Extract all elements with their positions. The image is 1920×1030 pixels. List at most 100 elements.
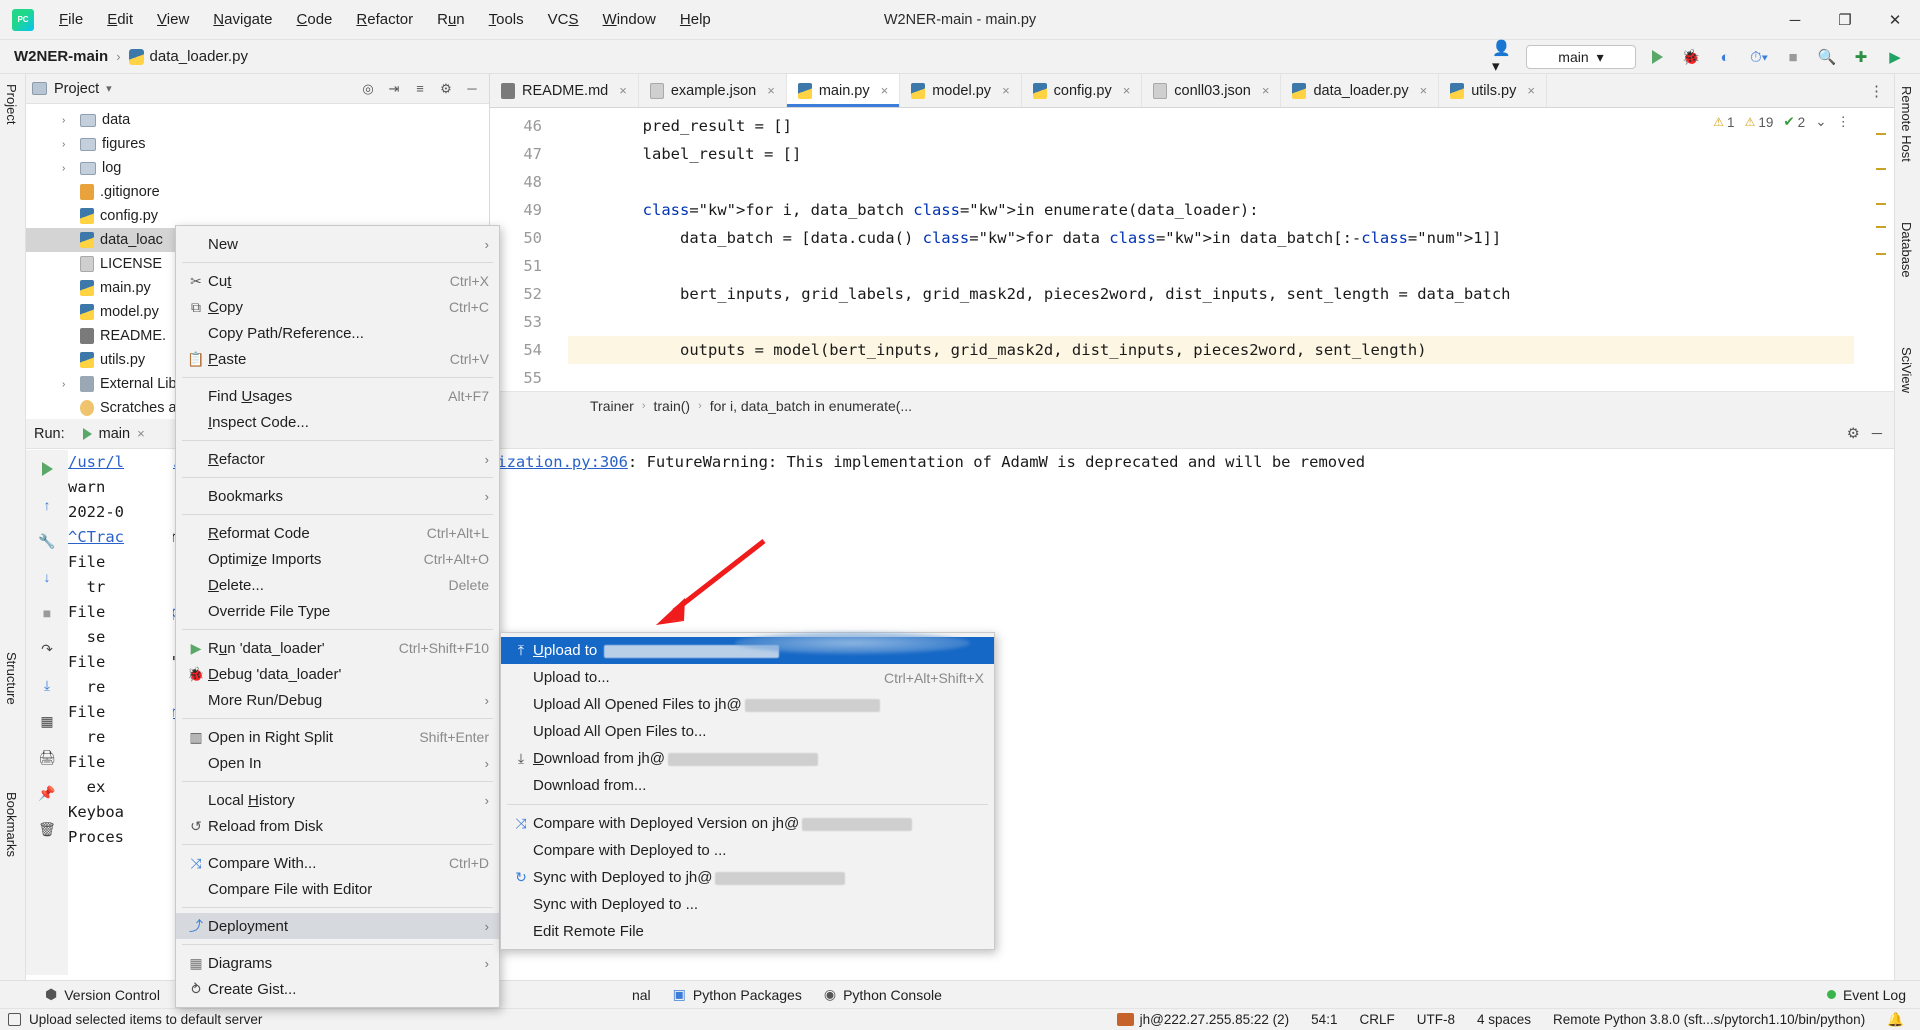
minimize-button[interactable]: ─: [1770, 0, 1820, 40]
editor-code-line[interactable]: [568, 308, 1854, 336]
expand-arrow-icon[interactable]: ›: [62, 379, 74, 390]
close-tab-icon[interactable]: ×: [619, 83, 627, 98]
menu-refactor[interactable]: Refactor: [345, 7, 424, 32]
more-options-icon[interactable]: ⋮: [1837, 114, 1851, 130]
menu-item-compare-file-with-editor[interactable]: Compare File with Editor: [176, 876, 499, 902]
editor-code-line[interactable]: pred_result = []: [568, 112, 1854, 140]
menu-tools[interactable]: Tools: [478, 7, 535, 32]
grid-icon[interactable]: ▦: [36, 710, 58, 732]
status-interpreter[interactable]: Remote Python 3.8.0 (sft...s/pytorch1.10…: [1553, 1012, 1865, 1027]
hide-panel-icon[interactable]: ─: [461, 78, 483, 100]
ai-assistant-icon[interactable]: ▶: [1882, 44, 1908, 70]
editor-breadcrumb-item[interactable]: for i, data_batch in enumerate(...: [710, 398, 912, 414]
menu-vcs[interactable]: VCS: [537, 7, 590, 32]
menu-item-cut[interactable]: ✂ Cut Ctrl+X: [176, 268, 499, 294]
debug-icon[interactable]: 🐞: [1678, 44, 1704, 70]
breadcrumb-project-root[interactable]: W2NER-main: [14, 48, 108, 65]
tool-window-button-project[interactable]: Project: [0, 76, 23, 132]
search-icon[interactable]: 🔍: [1814, 44, 1840, 70]
editor-tab[interactable]: config.py ×: [1022, 74, 1143, 107]
editor-code-line[interactable]: outputs = model(bert_inputs, grid_mask2d…: [568, 336, 1854, 364]
editor-source-code[interactable]: pred_result = [] label_result = [] class…: [568, 108, 1854, 391]
editor-code-line[interactable]: label_result = []: [568, 140, 1854, 168]
status-line-separator[interactable]: CRLF: [1359, 1012, 1394, 1027]
menu-item-upload-to[interactable]: Upload to... Ctrl+Alt+Shift+X: [501, 664, 994, 691]
project-tree-item[interactable]: › data: [26, 108, 489, 132]
editor-code-line[interactable]: [568, 252, 1854, 280]
maximize-button[interactable]: ❐: [1820, 0, 1870, 40]
menu-item-debug-data-loader[interactable]: 🐞 Debug 'data_loader': [176, 661, 499, 687]
bottom-tab-python-console[interactable]: ◉ Python Console: [824, 986, 942, 1003]
menu-file[interactable]: File: [48, 7, 94, 32]
menu-view[interactable]: View: [146, 7, 200, 32]
editor-code-line[interactable]: [568, 364, 1854, 391]
profile-icon[interactable]: ⏱▾: [1746, 44, 1772, 70]
soft-wrap-icon[interactable]: ↷: [36, 638, 58, 660]
menu-item-new[interactable]: New ›: [176, 231, 499, 257]
lock-icon[interactable]: [8, 1013, 21, 1026]
project-tree-item[interactable]: ›.gitignore: [26, 180, 489, 204]
project-tree-item[interactable]: › log: [26, 156, 489, 180]
expand-arrow-icon[interactable]: ›: [62, 163, 74, 174]
menu-item-edit-remote-file[interactable]: Edit Remote File: [501, 918, 994, 945]
menu-item-copy-path-reference[interactable]: Copy Path/Reference...: [176, 320, 499, 346]
menu-code[interactable]: Code: [286, 7, 344, 32]
editor-code-area[interactable]: 4647484950515253545556 pred_result = [] …: [490, 108, 1894, 391]
bottom-tab-terminal[interactable]: nal: [632, 987, 651, 1003]
editor-tab[interactable]: conll03.json ×: [1142, 74, 1282, 107]
stop-icon[interactable]: ■: [36, 602, 58, 624]
editor-tab-overflow-icon[interactable]: ⋮: [1859, 74, 1894, 107]
menu-item-download-from[interactable]: Download from...: [501, 772, 994, 799]
run-tab-main[interactable]: main ×: [75, 424, 153, 444]
menu-item-download-from-jh[interactable]: ⤓ Download from jh@: [501, 745, 994, 772]
expand-arrow-icon[interactable]: ›: [62, 139, 74, 150]
expand-all-icon[interactable]: ⇥: [383, 78, 405, 100]
status-indent[interactable]: 4 spaces: [1477, 1012, 1531, 1027]
status-encoding[interactable]: UTF-8: [1417, 1012, 1455, 1027]
editor-tab[interactable]: utils.py ×: [1439, 74, 1547, 107]
menu-item-open-in-right-split[interactable]: ▥ Open in Right Split Shift+Enter: [176, 724, 499, 750]
menu-item-find-usages[interactable]: Find Usages Alt+F7: [176, 383, 499, 409]
chevron-down-icon[interactable]: ⌄: [1815, 114, 1826, 130]
menu-item-local-history[interactable]: Local History ›: [176, 787, 499, 813]
editor-code-line[interactable]: [568, 168, 1854, 196]
tool-window-button-remote-host[interactable]: Remote Host: [1895, 78, 1918, 170]
status-deployment-server[interactable]: jh@222.27.255.85:22 (2): [1116, 1012, 1289, 1027]
menu-item-copy[interactable]: ⧉ Copy Ctrl+C: [176, 294, 499, 320]
editor-tab[interactable]: data_loader.py ×: [1281, 74, 1440, 107]
menu-item-compare-with-deployed-to[interactable]: Compare with Deployed to ...: [501, 837, 994, 864]
editor-tab[interactable]: README.md ×: [490, 74, 639, 107]
menu-navigate[interactable]: Navigate: [202, 7, 283, 32]
trash-icon[interactable]: 🗑: [36, 818, 58, 840]
editor-tab[interactable]: main.py ×: [786, 74, 901, 107]
project-title[interactable]: Project ▾: [32, 81, 112, 97]
menu-item-run-data-loader[interactable]: ▶ Run 'data_loader' Ctrl+Shift+F10: [176, 635, 499, 661]
close-tab-icon[interactable]: ×: [1420, 83, 1428, 98]
menu-item-upload-to[interactable]: ⤒ Upload to: [501, 637, 994, 664]
editor-tab[interactable]: model.py ×: [900, 74, 1022, 107]
menu-item-paste[interactable]: 📋 Paste Ctrl+V: [176, 346, 499, 372]
editor-scrollbar-marks[interactable]: [1874, 108, 1888, 391]
menu-item-sync-with-deployed-to-jh[interactable]: ↻ Sync with Deployed to jh@: [501, 864, 994, 891]
tool-window-button-sciview[interactable]: SciView: [1895, 339, 1918, 401]
close-tab-icon[interactable]: ×: [1123, 83, 1131, 98]
tool-window-button-database[interactable]: Database: [1895, 214, 1918, 286]
editor-breadcrumb-item[interactable]: Trainer: [590, 398, 634, 414]
scroll-up-icon[interactable]: ↑: [36, 494, 58, 516]
editor-code-line[interactable]: class="kw">for i, data_batch class="kw">…: [568, 196, 1854, 224]
settings-gear-icon[interactable]: ⚙: [435, 78, 457, 100]
menu-help[interactable]: Help: [669, 7, 722, 32]
menu-item-compare-with-deployed-version-on-jh[interactable]: ⤨ Compare with Deployed Version on jh@: [501, 810, 994, 837]
run-configuration-selector[interactable]: main ▾: [1526, 45, 1636, 69]
menu-window[interactable]: Window: [592, 7, 667, 32]
menu-item-inspect-code[interactable]: Inspect Code...: [176, 409, 499, 435]
stop-icon[interactable]: ■: [1780, 44, 1806, 70]
user-profile-icon[interactable]: 👤▾: [1492, 40, 1518, 75]
tool-window-button-structure[interactable]: Structure: [0, 644, 23, 713]
close-tab-icon[interactable]: ×: [1527, 83, 1535, 98]
run-with-coverage-icon[interactable]: ◐: [1712, 44, 1738, 70]
menu-item-delete[interactable]: Delete... Delete: [176, 572, 499, 598]
scroll-down-icon[interactable]: ↓: [36, 566, 58, 588]
updates-icon[interactable]: ✚: [1848, 44, 1874, 70]
wrench-icon[interactable]: 🔧: [36, 530, 58, 552]
